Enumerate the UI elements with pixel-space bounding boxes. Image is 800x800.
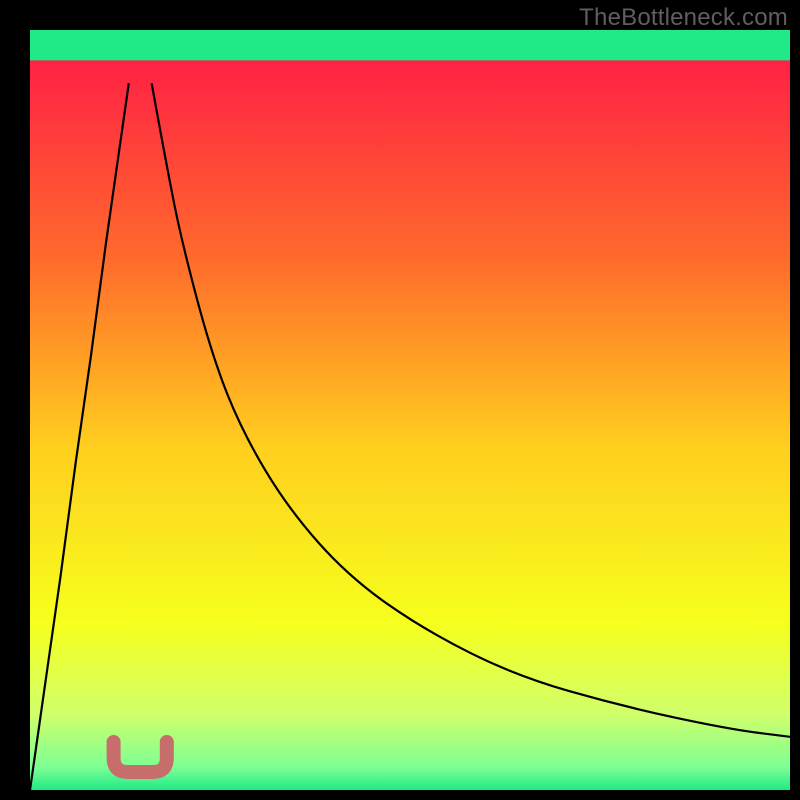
chart-svg bbox=[30, 30, 790, 790]
green-band bbox=[30, 30, 790, 60]
chart-frame: TheBottleneck.com bbox=[0, 0, 800, 800]
watermark-label: TheBottleneck.com bbox=[579, 4, 788, 32]
plot-area bbox=[30, 30, 790, 790]
gradient-background bbox=[30, 30, 790, 790]
